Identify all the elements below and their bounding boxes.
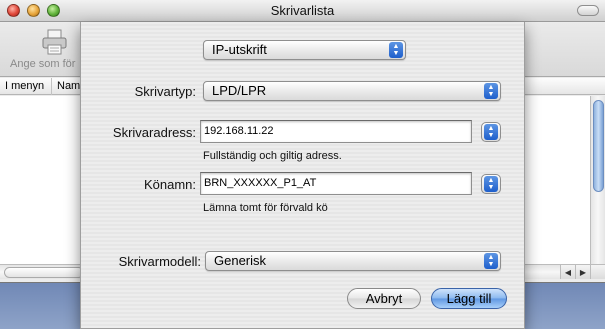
queue-history-button[interactable]: ▲ ▼ [481,174,501,194]
toolbar-toggle-button[interactable] [577,5,599,16]
queue-name-label: Könamn: [143,177,196,192]
printer-type-label: Skrivartyp: [134,84,196,99]
printer-icon [42,29,67,55]
set-default-button[interactable]: Ange som för [4,27,84,73]
zoom-window-button[interactable] [47,4,60,17]
vertical-scroll-thumb[interactable] [593,100,604,192]
popup-arrows-icon: ▲ ▼ [484,83,498,99]
cancel-button[interactable]: Avbryt [347,288,421,309]
queue-name-field[interactable]: BRN_XXXXXX_P1_AT [200,172,472,195]
popup-arrows-icon: ▲ ▼ [484,253,498,269]
popup-arrows-icon: ▲ ▼ [484,176,498,192]
printer-model-value: Generisk [214,253,267,268]
printer-address-field[interactable]: 192.168.11.22 [200,120,472,143]
queue-hint: Lämna tomt för förvald kö [203,202,328,214]
add-printer-sheet: IP-utskrift ▲ ▼ Skrivartyp: LPD/LPR ▲ ▼ Sk… [80,22,525,329]
window-titlebar[interactable]: Skrivarlista [0,0,605,22]
connection-type-value: IP-utskrift [212,42,267,57]
minimize-window-button[interactable] [27,4,40,17]
window-title: Skrivarlista [270,3,335,18]
printer-type-popup[interactable]: LPD/LPR ▲ ▼ [203,81,501,101]
column-in-menu[interactable]: I menyn [0,78,52,95]
resize-corner-icon[interactable] [590,264,605,279]
printer-model-popup[interactable]: Generisk ▲ ▼ [205,251,501,271]
popup-arrows-icon: ▲ ▼ [389,42,403,58]
set-default-label: Ange som för [10,58,76,70]
printer-type-value: LPD/LPR [212,83,267,98]
horizontal-scroll-thumb[interactable] [4,267,84,278]
printer-address-label: Skrivaradress: [112,125,196,140]
printer-model-label: Skrivarmodell: [118,254,201,269]
close-window-button[interactable] [7,4,20,17]
scroll-right-arrow-icon[interactable]: ▶ [575,264,590,279]
address-history-button[interactable]: ▲ ▼ [481,122,501,142]
connection-type-popup[interactable]: IP-utskrift ▲ ▼ [203,40,406,60]
popup-arrows-icon: ▲ ▼ [484,124,498,140]
add-button[interactable]: Lägg till [431,288,507,309]
vertical-scrollbar[interactable] [590,96,605,264]
address-hint: Fullständig och giltig adress. [203,150,342,162]
scroll-left-arrow-icon[interactable]: ◀ [560,264,575,279]
